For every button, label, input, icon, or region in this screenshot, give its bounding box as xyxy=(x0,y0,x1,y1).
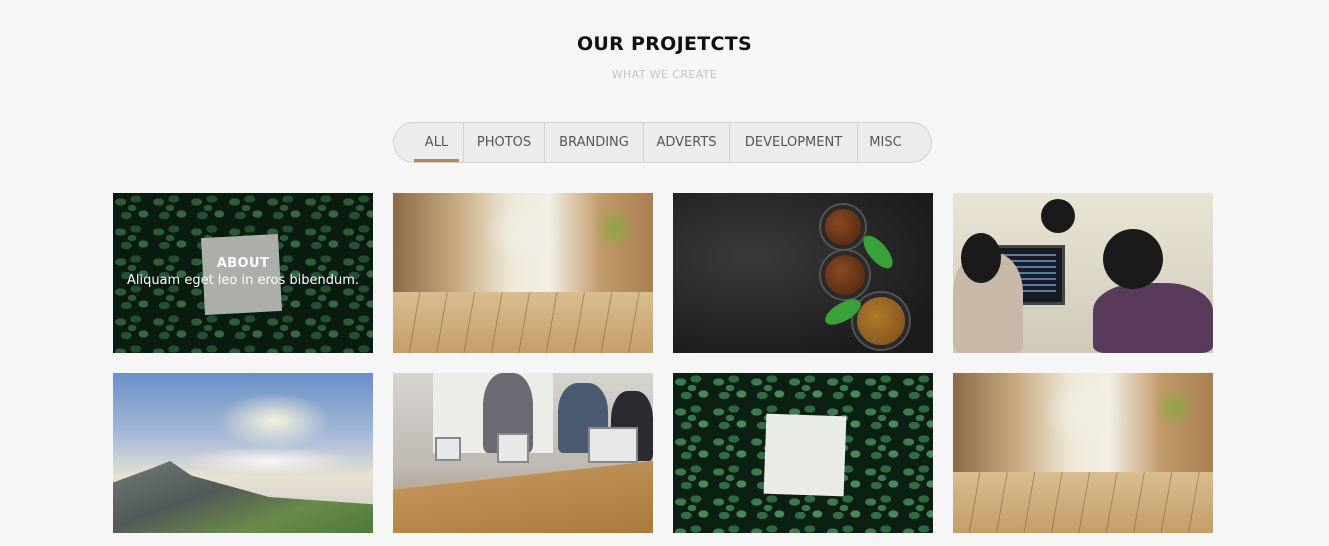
project-tile-office[interactable] xyxy=(953,193,1213,353)
filter-label: ADVERTS xyxy=(656,135,717,150)
bowl-image xyxy=(853,293,909,349)
laptop-image xyxy=(435,437,461,461)
person-image xyxy=(1093,283,1213,353)
project-overlay: ABOUT Aliquam eget leo in eros bibendum. xyxy=(113,193,373,353)
cafe-background-image xyxy=(393,193,653,293)
paper-card-image xyxy=(763,413,847,497)
filter-photos[interactable]: PHOTOS xyxy=(463,123,544,162)
project-tile-leaves[interactable] xyxy=(673,373,933,533)
project-tile-mountain[interactable] xyxy=(113,373,373,533)
filter-development[interactable]: DEVELOPMENT xyxy=(729,123,857,162)
wood-floor-image xyxy=(953,472,1213,533)
bowl-image xyxy=(821,251,869,299)
project-tile-cafe[interactable] xyxy=(393,193,653,353)
filter-all[interactable]: ALL xyxy=(394,123,463,162)
section-subtitle: WHAT WE CREATE xyxy=(611,68,718,81)
project-tile-cafe-2[interactable] xyxy=(953,373,1213,533)
filter-label: ALL xyxy=(424,135,449,150)
cafe-background-image xyxy=(953,373,1213,473)
head-image xyxy=(1103,229,1163,289)
project-tile-meeting[interactable] xyxy=(393,373,653,533)
overlay-title: ABOUT xyxy=(216,256,270,271)
project-tile-about[interactable]: ABOUT Aliquam eget leo in eros bibendum. xyxy=(113,193,373,353)
filter-misc[interactable]: MISC xyxy=(857,123,913,162)
filter-adverts[interactable]: ADVERTS xyxy=(643,123,729,162)
wood-floor-image xyxy=(393,292,653,353)
laptop-image xyxy=(588,427,638,463)
overlay-text: Aliquam eget leo in eros bibendum. xyxy=(126,273,360,288)
project-filter-bar: ALL PHOTOS BRANDING ADVERTS DEVELOPMENT … xyxy=(393,122,932,163)
bowl-image xyxy=(821,205,865,249)
filter-label: DEVELOPMENT xyxy=(744,135,843,150)
section-title: OUR PROJETCTS xyxy=(576,33,753,55)
laptop-image xyxy=(497,433,529,463)
head-image xyxy=(1041,199,1075,233)
head-image xyxy=(961,233,1001,283)
filter-label: BRANDING xyxy=(559,135,629,150)
filter-label: PHOTOS xyxy=(476,135,532,150)
project-grid: ABOUT Aliquam eget leo in eros bibendum. xyxy=(113,193,1213,533)
filter-branding[interactable]: BRANDING xyxy=(544,123,643,162)
project-tile-coffee[interactable] xyxy=(673,193,933,353)
filter-label: MISC xyxy=(869,135,902,150)
